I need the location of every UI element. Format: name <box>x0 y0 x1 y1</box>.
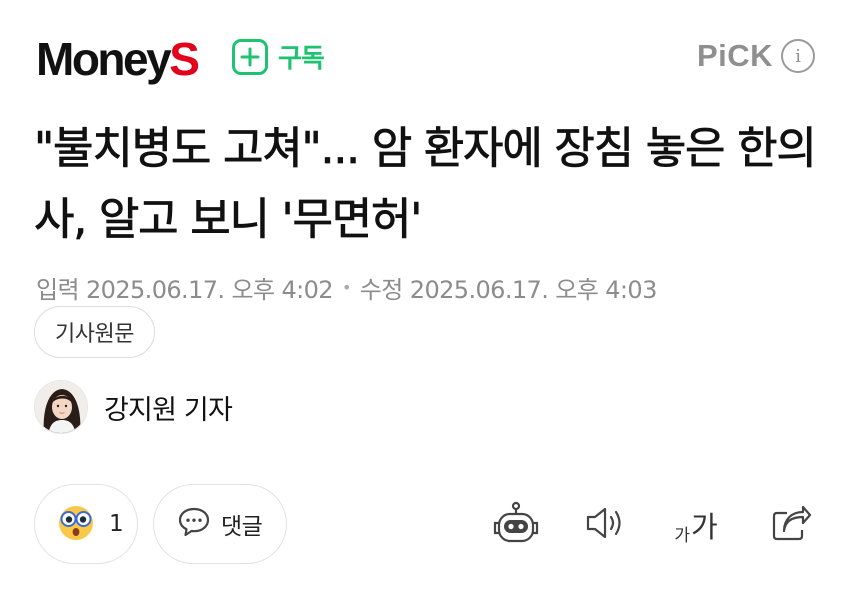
font-size-small-glyph: 가 <box>674 526 690 546</box>
date-separator: • <box>341 278 351 297</box>
speech-bubble-icon <box>177 506 211 542</box>
font-size-big-glyph: 가 <box>690 510 718 544</box>
modified-date: 수정 2025.06.17. 오후 4:03 <box>359 276 658 304</box>
article-headline: "불치병도 고쳐"... 암 환자에 장침 놓은 한의사, 알고 보니 '무면허… <box>34 123 818 246</box>
share-icon <box>770 504 812 546</box>
plus-icon <box>232 38 268 75</box>
article-dates: 입력 2025.06.17. 오후 4:02 • 수정 2025.06.17. … <box>36 270 657 305</box>
logo-s-text: S <box>169 33 200 85</box>
reporter-avatar[interactable] <box>34 380 88 434</box>
logo-money-text: Money <box>36 33 172 85</box>
info-icon[interactable]: i <box>781 39 816 73</box>
pick-badge: PiCK i <box>697 38 816 74</box>
font-size-button[interactable]: 가 가 <box>668 504 724 546</box>
share-button[interactable] <box>768 504 814 546</box>
reaction-button[interactable]: 1 <box>34 484 138 564</box>
robot-icon <box>491 501 541 549</box>
original-article-button[interactable]: 기사원문 <box>34 306 155 358</box>
article-header: MoneyS 구독 PiCK i <box>0 0 850 110</box>
published-date: 입력 2025.06.17. 오후 4:02 <box>36 276 334 304</box>
wow-face-icon <box>55 501 97 547</box>
subscribe-button[interactable]: 구독 <box>232 38 325 75</box>
moneys-logo[interactable]: MoneyS <box>36 33 200 85</box>
summary-bot-button[interactable] <box>490 501 542 549</box>
article-action-bar: 1 댓글 가 가 <box>0 484 850 564</box>
reporter-byline[interactable]: 강지원 기자 <box>34 380 233 434</box>
audio-button[interactable] <box>582 504 630 546</box>
comment-label: 댓글 <box>221 514 263 540</box>
subscribe-label: 구독 <box>278 44 325 74</box>
reaction-count: 1 <box>109 511 124 537</box>
comment-button[interactable]: 댓글 <box>153 484 287 564</box>
pick-label: PiCK <box>697 38 774 73</box>
speaker-icon <box>584 505 628 545</box>
reporter-name: 강지원 기자 <box>104 394 233 426</box>
font-size-icon: 가 가 <box>674 504 717 546</box>
